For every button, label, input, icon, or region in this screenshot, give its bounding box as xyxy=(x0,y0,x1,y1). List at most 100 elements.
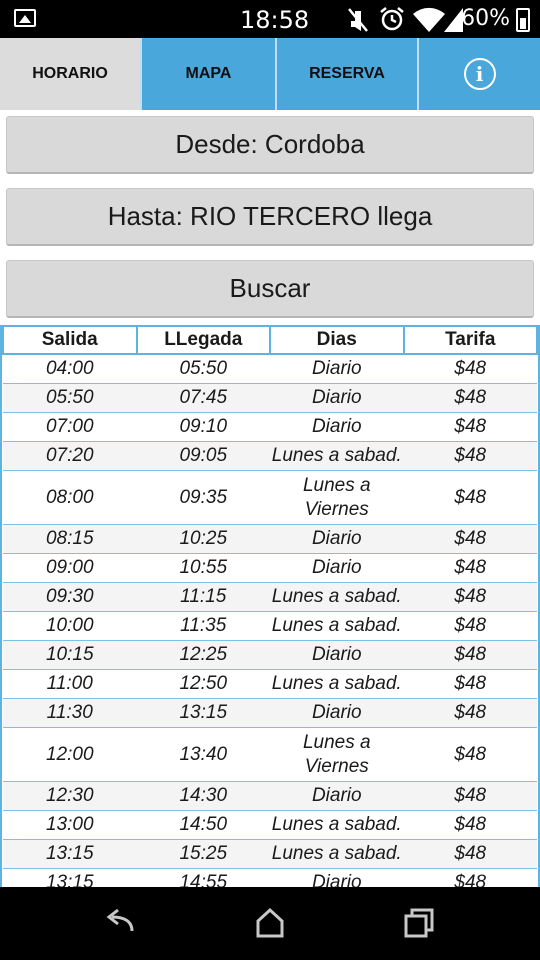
cell-dias: Lunes a sabad. xyxy=(270,810,404,840)
buscar-button[interactable]: Buscar xyxy=(6,260,534,318)
battery-percent: 60% xyxy=(461,6,510,31)
battery-icon xyxy=(516,8,530,32)
cell-llegada: 07:45 xyxy=(136,383,270,413)
cell-salida: 09:30 xyxy=(3,582,137,612)
desde-button[interactable]: Desde: Cordoba xyxy=(6,116,534,174)
table-row[interactable]: 11:30 13:15 Diario $48 xyxy=(3,698,537,728)
tab-horario-label: HORARIO xyxy=(32,65,108,82)
table-row[interactable]: 08:00 09:35 Lunes a Viernes $48 xyxy=(3,470,537,525)
cell-llegada: 10:25 xyxy=(136,524,270,554)
cell-llegada: 11:15 xyxy=(136,582,270,612)
cell-dias: Diario xyxy=(270,553,404,583)
cell-tarifa: $48 xyxy=(403,640,537,670)
cell-dias: Lunes a sabad. xyxy=(270,839,404,869)
cell-dias: Diario xyxy=(270,698,404,728)
cell-salida: 04:00 xyxy=(3,354,137,384)
cell-llegada: 14:30 xyxy=(136,781,270,811)
cell-salida: 09:00 xyxy=(3,553,137,583)
cell-salida: 08:00 xyxy=(3,470,137,525)
table-row[interactable]: 12:00 13:40 Lunes a Viernes $48 xyxy=(3,727,537,782)
cell-llegada: 09:35 xyxy=(136,470,270,525)
back-icon[interactable] xyxy=(100,905,140,941)
cell-tarifa: $48 xyxy=(403,868,537,887)
table-row[interactable]: 09:00 10:55 Diario $48 xyxy=(3,553,537,583)
table-row[interactable]: 07:20 09:05 Lunes a sabad. $48 xyxy=(3,441,537,471)
cell-llegada: 14:50 xyxy=(136,810,270,840)
cell-llegada: 05:50 xyxy=(136,354,270,384)
info-icon: i xyxy=(463,58,496,90)
table-row[interactable]: 10:00 11:35 Lunes a sabad. $48 xyxy=(3,611,537,641)
table-row[interactable]: 05:50 07:45 Diario $48 xyxy=(3,383,537,413)
cell-salida: 12:30 xyxy=(3,781,137,811)
cell-tarifa: $48 xyxy=(403,810,537,840)
tab-reserva-label: RESERVA xyxy=(309,65,385,82)
header-salida: Salida xyxy=(2,325,138,355)
home-icon[interactable] xyxy=(250,905,290,941)
table-row[interactable]: 13:15 15:25 Lunes a sabad. $48 xyxy=(3,839,537,869)
hasta-button[interactable]: Hasta: RIO TERCERO llega xyxy=(6,188,534,246)
tab-reserva[interactable]: RESERVA xyxy=(277,38,419,110)
hasta-label: Hasta: RIO TERCERO llega xyxy=(107,201,433,231)
cell-salida: 13:15 xyxy=(3,839,137,869)
cell-dias: Lunes a sabad. xyxy=(270,441,404,471)
cell-tarifa: $48 xyxy=(403,412,537,442)
table-row[interactable]: 07:00 09:10 Diario $48 xyxy=(3,412,537,442)
cell-tarifa: $48 xyxy=(403,470,537,525)
cell-dias: Diario xyxy=(270,640,404,670)
cell-llegada: 14:55 xyxy=(136,868,270,887)
cell-salida: 07:00 xyxy=(3,412,137,442)
cell-salida: 07:20 xyxy=(3,441,137,471)
cell-llegada: 09:05 xyxy=(136,441,270,471)
table-row[interactable]: 13:00 14:50 Lunes a sabad. $48 xyxy=(3,810,537,840)
cell-dias: Diario xyxy=(270,781,404,811)
cell-tarifa: $48 xyxy=(403,698,537,728)
cell-dias: Diario xyxy=(270,868,404,887)
cell-tarifa: $48 xyxy=(403,611,537,641)
tab-mapa[interactable]: MAPA xyxy=(142,38,277,110)
table-row[interactable]: 11:00 12:50 Lunes a sabad. $48 xyxy=(3,669,537,699)
mute-icon xyxy=(348,8,368,32)
desde-label: Desde: Cordoba xyxy=(175,129,365,159)
cell-dias: Lunes a sabad. xyxy=(270,669,404,699)
cell-tarifa: $48 xyxy=(403,839,537,869)
cell-dias: Diario xyxy=(270,354,404,384)
cell-salida: 13:15 xyxy=(3,868,137,887)
tab-horario[interactable]: HORARIO xyxy=(0,38,142,110)
schedule-table-container[interactable]: Salida LLegada Dias Tarifa 04:00 05:50 Dia… xyxy=(0,325,540,887)
status-bar: 18:58 60% xyxy=(0,0,540,38)
cell-llegada: 10:55 xyxy=(136,553,270,583)
header-tarifa: Tarifa xyxy=(402,325,538,355)
table-row[interactable]: 10:15 12:25 Diario $48 xyxy=(3,640,537,670)
cell-salida: 12:00 xyxy=(3,727,137,782)
recent-apps-icon[interactable] xyxy=(398,905,438,941)
cell-dias: Lunes a sabad. xyxy=(270,582,404,612)
cell-salida: 05:50 xyxy=(3,383,137,413)
tab-mapa-label: MAPA xyxy=(185,65,232,82)
gallery-notification-icon xyxy=(14,9,36,27)
cell-dias: Lunes a sabad. xyxy=(270,611,404,641)
cell-tarifa: $48 xyxy=(403,727,537,782)
table-row[interactable]: 12:30 14:30 Diario $48 xyxy=(3,781,537,811)
cell-llegada: 11:35 xyxy=(136,611,270,641)
alarm-icon xyxy=(380,7,404,31)
table-row[interactable]: 13:15 14:55 Diario $48 xyxy=(3,868,537,887)
cell-tarifa: $48 xyxy=(403,781,537,811)
cell-dias: Lunes a Viernes xyxy=(270,727,404,782)
cell-dias: Diario xyxy=(270,383,404,413)
cell-dias: Diario xyxy=(270,524,404,554)
table-row[interactable]: 08:15 10:25 Diario $48 xyxy=(3,524,537,554)
tab-info[interactable]: i xyxy=(419,38,540,110)
cell-salida: 11:30 xyxy=(3,698,137,728)
header-llegada: LLegada xyxy=(135,325,271,355)
table-row[interactable]: 09:30 11:15 Lunes a sabad. $48 xyxy=(3,582,537,612)
cell-llegada: 09:10 xyxy=(136,412,270,442)
cell-llegada: 12:25 xyxy=(136,640,270,670)
cell-llegada: 15:25 xyxy=(136,839,270,869)
buscar-label: Buscar xyxy=(229,273,311,303)
cell-salida: 10:00 xyxy=(3,611,137,641)
cell-dias: Diario xyxy=(270,412,404,442)
table-row[interactable]: 04:00 05:50 Diario $48 xyxy=(3,354,537,384)
cell-salida: 08:15 xyxy=(3,524,137,554)
header-dias: Dias xyxy=(269,325,405,355)
cell-tarifa: $48 xyxy=(403,553,537,583)
